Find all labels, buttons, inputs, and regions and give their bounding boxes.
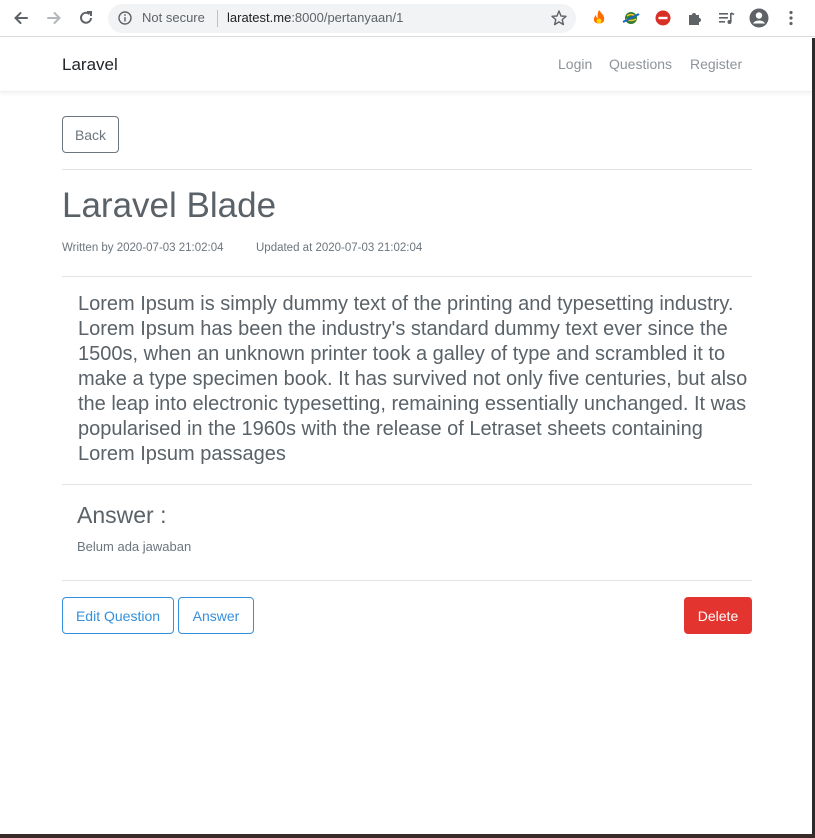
- divider: [62, 276, 752, 277]
- omnibox-divider: [217, 10, 218, 27]
- kebab-menu-icon[interactable]: [781, 8, 801, 28]
- forward-arrow-icon[interactable]: [42, 6, 66, 30]
- back-button[interactable]: Back: [62, 116, 119, 153]
- info-icon[interactable]: [118, 11, 132, 25]
- divider: [62, 484, 752, 485]
- browser-toolbar: Not secure laratest.me:8000/pertanyaan/1: [0, 0, 815, 37]
- globe-extension-icon[interactable]: [621, 8, 641, 28]
- delete-button[interactable]: Delete: [684, 597, 752, 634]
- url-text[interactable]: laratest.me:8000/pertanyaan/1: [227, 10, 403, 25]
- url-path: :8000/pertanyaan/1: [291, 10, 404, 25]
- security-label: Not secure: [142, 10, 205, 25]
- divider: [62, 580, 752, 581]
- address-bar[interactable]: Not secure laratest.me:8000/pertanyaan/1: [108, 4, 576, 33]
- updated-at: Updated at 2020-07-03 21:02:04: [256, 242, 423, 254]
- answer-empty-text: Belum ada jawaban: [77, 539, 192, 554]
- nav-questions[interactable]: Questions: [609, 56, 672, 72]
- question-content: Lorem Ipsum is simply dummy text of the …: [78, 293, 748, 465]
- puzzle-extension-icon[interactable]: [685, 8, 705, 28]
- nav-login[interactable]: Login: [558, 56, 592, 72]
- media-queue-icon[interactable]: [716, 8, 736, 28]
- edit-question-button[interactable]: Edit Question: [62, 597, 174, 634]
- block-extension-icon[interactable]: [653, 8, 673, 28]
- divider: [62, 169, 752, 170]
- brand-link[interactable]: Laravel: [62, 55, 118, 75]
- app-navbar: Laravel Login Questions Register: [0, 38, 812, 92]
- back-arrow-icon[interactable]: [9, 6, 33, 30]
- answer-heading: Answer :: [77, 502, 167, 528]
- profile-icon[interactable]: [749, 8, 769, 28]
- window-bottom-edge: [0, 834, 815, 838]
- url-host: laratest.me: [227, 10, 292, 25]
- reload-icon[interactable]: [74, 6, 98, 30]
- page-title: Laravel Blade: [62, 186, 277, 225]
- nav-register[interactable]: Register: [690, 56, 742, 72]
- written-by: Written by 2020-07-03 21:02:04: [62, 242, 224, 254]
- answer-button[interactable]: Answer: [178, 597, 254, 634]
- star-icon[interactable]: [550, 9, 568, 27]
- fire-extension-icon[interactable]: [589, 8, 609, 28]
